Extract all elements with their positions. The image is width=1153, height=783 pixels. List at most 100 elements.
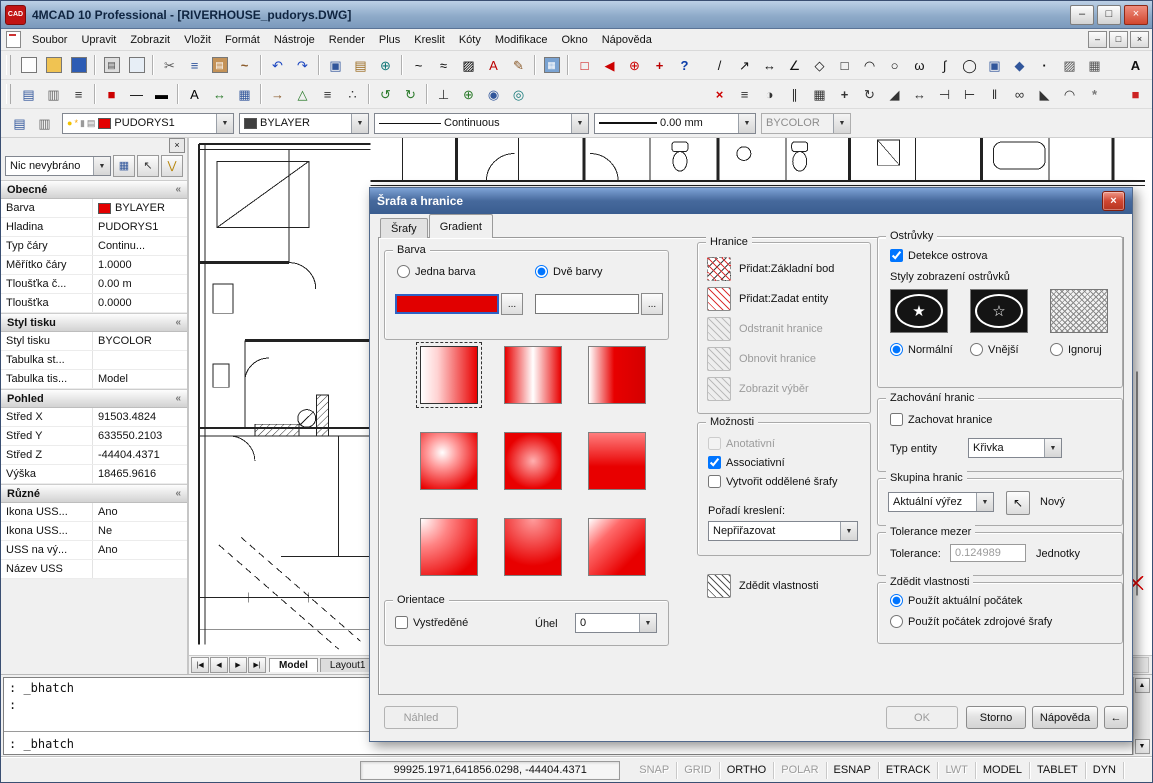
area-icon[interactable]: △ (290, 82, 315, 107)
dropdown-arrow-icon[interactable]: ▼ (840, 522, 857, 540)
property-value[interactable]: BYCOLOR (93, 332, 187, 350)
minimize-button[interactable]: – (1070, 5, 1094, 25)
scale-icon[interactable]: ◢ (882, 82, 907, 107)
menu-plus[interactable]: Plus (372, 31, 407, 49)
collapse-icon[interactable]: « (175, 393, 181, 404)
extend-icon[interactable]: ⊢ (957, 82, 982, 107)
property-row[interactable]: Tabulka st... (1, 351, 187, 370)
zoom-realtime-icon[interactable]: ⊕ (622, 53, 647, 78)
toolbar-grip[interactable] (6, 55, 11, 75)
island-style-normal-radio[interactable]: Normální (890, 343, 953, 356)
menu-napoveda[interactable]: Nápověda (595, 31, 659, 49)
gradient-swatch-inverted-spherical[interactable] (420, 518, 478, 576)
image-attach-icon[interactable]: ▦ (539, 53, 564, 78)
dropdown-arrow-icon[interactable]: ▼ (571, 114, 588, 133)
property-value[interactable]: Ano (93, 541, 187, 559)
property-row[interactable]: Střed X91503.4824 (1, 408, 187, 427)
island-style-ignore-radio[interactable]: Ignoruj (1050, 343, 1102, 356)
linetype-icon[interactable]: — (124, 82, 149, 107)
array-icon[interactable]: ▦ (807, 82, 832, 107)
property-value[interactable]: 1.0000 (93, 256, 187, 274)
linetype-combo[interactable]: Continuous ▼ (374, 113, 589, 134)
scroll-down-button[interactable]: ▼ (1135, 739, 1150, 754)
collapse-icon[interactable]: « (175, 317, 181, 328)
menu-vlozit[interactable]: Vložit (177, 31, 218, 49)
property-row[interactable]: Tloušťka č...0.00 m (1, 275, 187, 294)
property-value[interactable] (93, 560, 187, 578)
property-value[interactable]: Ano (93, 503, 187, 521)
draw-line-icon[interactable]: / (707, 53, 732, 78)
palette-close-button[interactable]: × (169, 138, 185, 153)
stretch-icon[interactable]: ↔ (907, 82, 932, 107)
title-bar[interactable]: CAD 4MCAD 10 Professional - [RIVERHOUSE_… (1, 1, 1152, 29)
draw-ray-icon[interactable]: ↗ (732, 53, 757, 78)
paste-icon[interactable]: ▤ (207, 53, 232, 78)
save-icon[interactable] (66, 53, 91, 78)
two-colors-radio[interactable]: Dvě barvy (535, 265, 603, 278)
menu-nastroje[interactable]: Nástroje (267, 31, 322, 49)
status-toggle-ortho[interactable]: ORTHO (720, 762, 775, 779)
join-icon[interactable]: ∞ (1007, 82, 1032, 107)
dropdown-arrow-icon[interactable]: ▼ (976, 493, 993, 511)
chamfer-icon[interactable]: ◣ (1032, 82, 1057, 107)
move-icon[interactable]: + (832, 82, 857, 107)
list-icon[interactable]: ≡ (315, 82, 340, 107)
cancel-button[interactable]: Storno (966, 706, 1026, 729)
color-control-icon[interactable]: ■ (99, 82, 124, 107)
draw-rectangle-icon[interactable]: □ (832, 53, 857, 78)
edit-polyline-icon[interactable]: ~ (406, 53, 431, 78)
draw-circle-icon[interactable]: ○ (882, 53, 907, 78)
layer-states-manager-icon[interactable]: ▥ (32, 111, 57, 136)
regen-icon[interactable]: ↻ (398, 82, 423, 107)
color-two-well[interactable] (535, 294, 639, 314)
property-value[interactable]: PUDORYS1 (93, 218, 187, 236)
gradient-swatch-hemispherical[interactable] (504, 432, 562, 490)
previous-tab-button[interactable]: ◀ (210, 657, 228, 673)
boundary-set-combo[interactable]: Aktuální výřez ▼ (888, 492, 994, 512)
redraw-icon[interactable]: ↺ (373, 82, 398, 107)
origin-option-2-radio[interactable]: Použít počátek zdrojové šrafy (890, 615, 1052, 628)
draw-polygon-icon[interactable]: ◇ (807, 53, 832, 78)
dropdown-arrow-icon[interactable]: ▼ (738, 114, 755, 133)
angle-combo[interactable]: 0 ▼ (575, 613, 657, 633)
text-style-icon[interactable]: A (182, 82, 207, 107)
fillet-icon[interactable]: ◠ (1057, 82, 1082, 107)
print-icon[interactable]: ▤ (99, 53, 124, 78)
centered-checkbox-input[interactable] (395, 616, 408, 629)
quick-select-grid-icon[interactable]: ▦ (113, 155, 135, 177)
gradient-swatch-cylinder[interactable] (504, 346, 562, 404)
cut-icon[interactable]: ✂ (157, 53, 182, 78)
locate-point-icon[interactable]: ∴ (340, 82, 365, 107)
last-tab-button[interactable]: ▶| (248, 657, 266, 673)
status-toggle-grid[interactable]: GRID (677, 762, 720, 779)
property-value[interactable]: -44404.4371 (93, 446, 187, 464)
property-row[interactable]: HladinaPUDORYS1 (1, 218, 187, 237)
property-row[interactable]: Střed Y633550.2103 (1, 427, 187, 446)
section-pohled[interactable]: Pohled« (1, 389, 187, 408)
help-icon[interactable]: ? (672, 53, 697, 78)
layer-previous-icon[interactable]: ≡ (66, 82, 91, 107)
print-preview-icon[interactable] (124, 53, 149, 78)
first-tab-button[interactable]: |◀ (191, 657, 209, 673)
status-toggle-snap[interactable]: SNAP (632, 762, 677, 779)
mdi-minimize-button[interactable]: – (1088, 31, 1107, 48)
property-row[interactable]: Ikona USS...Ano (1, 503, 187, 522)
retain-boundaries-checkbox[interactable]: Zachovat hranice (890, 413, 992, 426)
mirror-icon[interactable]: ◑ (757, 82, 782, 107)
draw-point-icon[interactable]: · (1032, 53, 1057, 78)
draw-region-icon[interactable]: ▦ (1082, 53, 1107, 78)
toolbar-grip[interactable] (6, 84, 11, 104)
property-row[interactable]: Ikona USS...Ne (1, 522, 187, 541)
gradient-swatch-inverted-curved[interactable] (588, 518, 646, 576)
property-row[interactable]: Měřítko čáry1.0000 (1, 256, 187, 275)
world-ucs-icon[interactable]: ⊕ (456, 82, 481, 107)
property-row[interactable]: BarvaBYLAYER (1, 199, 187, 218)
draw-spline-icon[interactable]: ∫ (932, 53, 957, 78)
dropdown-arrow-icon[interactable]: ▼ (639, 614, 656, 632)
new-boundary-set-pick-button[interactable]: ↖ (1006, 491, 1030, 515)
island-detection-checkbox[interactable]: Detekce ostrova (890, 249, 987, 262)
gradient-swatch-inverted-hemispherical[interactable] (504, 518, 562, 576)
gradient-swatch-inverted-cylinder[interactable] (588, 346, 646, 404)
hyperlink-icon[interactable]: ⊕ (373, 53, 398, 78)
property-row[interactable]: USS na vý...Ano (1, 541, 187, 560)
